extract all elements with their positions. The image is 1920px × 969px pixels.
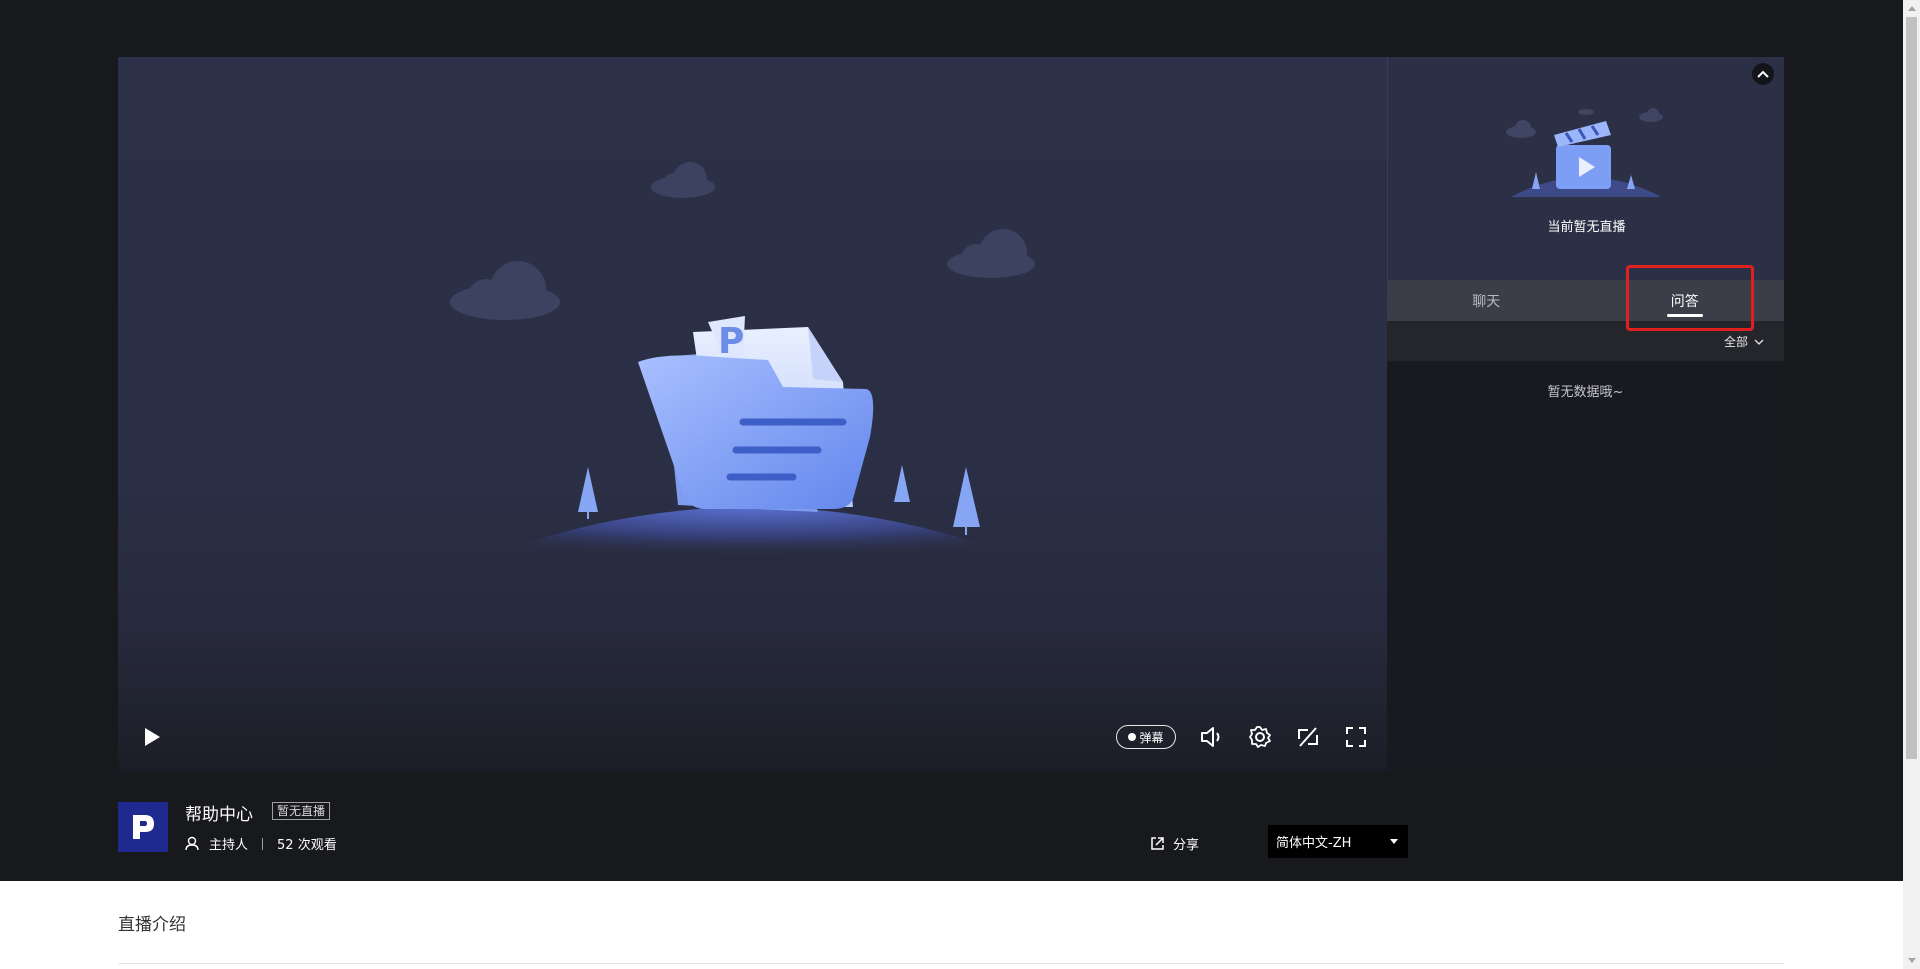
channel-logo bbox=[118, 802, 168, 852]
cloud-icon bbox=[450, 261, 560, 320]
empty-state-text: 暂无数据哦~ bbox=[1547, 385, 1624, 400]
page-scrollbar[interactable] bbox=[1903, 0, 1920, 969]
intro-title: 直播介绍 bbox=[118, 915, 186, 935]
meta-divider bbox=[262, 837, 264, 850]
scroll-thumb[interactable] bbox=[1906, 17, 1917, 759]
language-value: 简体中文-ZH bbox=[1276, 836, 1352, 851]
volume-icon bbox=[1201, 727, 1220, 747]
channel-meta: 主持人 52 次观看 bbox=[185, 834, 337, 853]
user-icon bbox=[185, 836, 199, 851]
tab-chat[interactable]: 聊天 bbox=[1387, 280, 1586, 321]
line-switch-button[interactable] bbox=[1294, 723, 1322, 751]
fullscreen-button[interactable] bbox=[1342, 723, 1370, 751]
filter-label: 全部 bbox=[1723, 335, 1748, 349]
share-icon bbox=[1151, 837, 1164, 850]
svg-text:P: P bbox=[718, 321, 744, 362]
scroll-down-button[interactable] bbox=[1903, 952, 1920, 969]
live-preview: 当前暂无直播 bbox=[1387, 57, 1784, 280]
scroll-up-icon bbox=[1907, 6, 1916, 11]
volume-button[interactable] bbox=[1198, 723, 1226, 751]
danmu-label: 弹幕 bbox=[1139, 730, 1164, 745]
settings-icon bbox=[1249, 726, 1271, 748]
video-player[interactable]: P 弹幕 bbox=[118, 57, 1387, 771]
chevron-up-icon bbox=[1757, 70, 1769, 78]
chevron-down-icon bbox=[1754, 339, 1764, 345]
fullscreen-icon bbox=[1346, 727, 1366, 747]
share-button[interactable]: 分享 bbox=[1150, 834, 1199, 853]
player-controls: 弹幕 bbox=[118, 699, 1387, 771]
side-panel: 当前暂无直播 聊天 问答 全部 暂无数据哦~ bbox=[1387, 57, 1784, 771]
status-badge: 暂无直播 bbox=[272, 802, 331, 820]
caret-down-icon bbox=[1390, 839, 1398, 844]
play-icon bbox=[145, 728, 160, 746]
filter-dropdown[interactable]: 全部 bbox=[1724, 333, 1764, 350]
clapperboard-illustration bbox=[1506, 108, 1663, 197]
collapse-button[interactable] bbox=[1752, 63, 1774, 85]
no-content-illustration: P bbox=[438, 162, 1066, 577]
switch-icon bbox=[1298, 727, 1318, 747]
scroll-up-button[interactable] bbox=[1903, 0, 1920, 17]
filter-bar: 全部 bbox=[1387, 321, 1784, 361]
danmu-dot-icon bbox=[1128, 733, 1137, 741]
side-tabs: 聊天 问答 bbox=[1387, 280, 1784, 321]
danmu-toggle[interactable]: 弹幕 bbox=[1116, 725, 1176, 749]
settings-button[interactable] bbox=[1246, 723, 1274, 751]
tab-qa[interactable]: 问答 bbox=[1586, 280, 1785, 321]
play-button[interactable] bbox=[138, 723, 166, 751]
view-count: 52 次观看 bbox=[277, 838, 337, 853]
scroll-down-icon bbox=[1907, 958, 1916, 963]
channel-name: 帮助中心 bbox=[185, 805, 253, 825]
language-select[interactable]: 简体中文-ZH bbox=[1268, 825, 1408, 858]
host-label: 主持人 bbox=[209, 838, 249, 853]
logo-p-icon bbox=[133, 815, 154, 839]
no-live-text: 当前暂无直播 bbox=[1547, 220, 1626, 235]
intro-divider bbox=[118, 963, 1784, 964]
share-label: 分享 bbox=[1173, 838, 1200, 853]
